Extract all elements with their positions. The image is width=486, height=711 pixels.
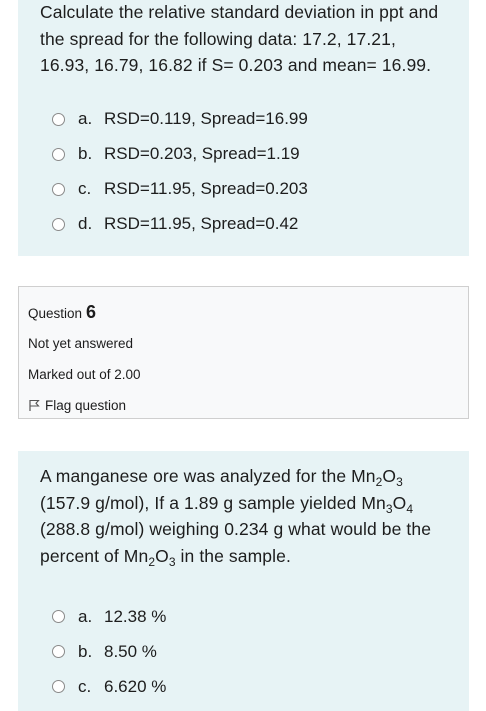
question-number: Question 6	[28, 297, 459, 328]
answer-options: a. RSD=0.119, Spread=16.99 b. RSD=0.203,…	[40, 102, 447, 242]
option-text: RSD=11.95, Spread=0.203	[104, 179, 308, 198]
radio-button[interactable]	[52, 645, 65, 658]
answer-option-b[interactable]: b. RSD=0.203, Spread=1.19	[40, 137, 447, 172]
option-text: 6.620 %	[104, 676, 167, 696]
option-letter: b.	[78, 144, 93, 163]
question-status: Not yet answered	[28, 336, 134, 351]
question-6-card: A manganese ore was analyzed for the Mn2…	[18, 451, 469, 711]
question-text: Calculate the relative standard deviatio…	[40, 2, 439, 75]
answer-option-c[interactable]: c. 6.620 %	[40, 669, 447, 704]
option-letter: b.	[78, 641, 93, 661]
answer-option-a[interactable]: a. RSD=0.119, Spread=16.99	[40, 102, 447, 137]
option-text: 12.38 %	[104, 606, 167, 626]
question-info-box: Question 6 Not yet answered Marked out of…	[18, 286, 469, 419]
option-text: RSD=0.119, Spread=16.99	[104, 109, 308, 128]
option-text: RSD=0.203, Spread=1.19	[104, 144, 300, 163]
flag-question-link[interactable]: Flag question	[28, 390, 459, 421]
answer-option-c[interactable]: c. RSD=11.95, Spread=0.203	[40, 172, 447, 207]
flag-question-label: Flag question	[45, 398, 127, 413]
answer-option-a[interactable]: a. 12.38 %	[40, 599, 447, 634]
radio-button[interactable]	[52, 147, 65, 161]
option-text: RSD=11.95, Spread=0.42	[104, 214, 299, 233]
radio-button[interactable]	[52, 610, 65, 623]
question-text: A manganese ore was analyzed for the Mn2…	[40, 466, 432, 569]
option-letter: a.	[78, 606, 93, 626]
option-letter: c.	[78, 179, 92, 198]
radio-button[interactable]	[52, 112, 65, 126]
option-text: 8.50 %	[104, 641, 157, 661]
question-marks: Marked out of 2.00	[28, 367, 141, 382]
radio-button[interactable]	[52, 217, 65, 231]
answer-option-b[interactable]: b. 8.50 %	[40, 634, 447, 669]
option-letter: a.	[78, 109, 93, 128]
option-letter: d.	[78, 214, 93, 233]
flag-icon	[28, 391, 40, 411]
radio-button[interactable]	[52, 182, 65, 196]
answer-option-d[interactable]: d. RSD=11.95, Spread=0.42	[40, 207, 447, 242]
option-letter: c.	[78, 676, 92, 696]
answer-options: a. 12.38 % b. 8.50 % c. 6.620 %	[40, 599, 447, 704]
radio-button[interactable]	[52, 680, 65, 693]
question-number-value: 6	[86, 302, 97, 322]
question-5-card: Calculate the relative standard deviatio…	[18, 0, 469, 256]
question-label: Question	[28, 306, 83, 321]
